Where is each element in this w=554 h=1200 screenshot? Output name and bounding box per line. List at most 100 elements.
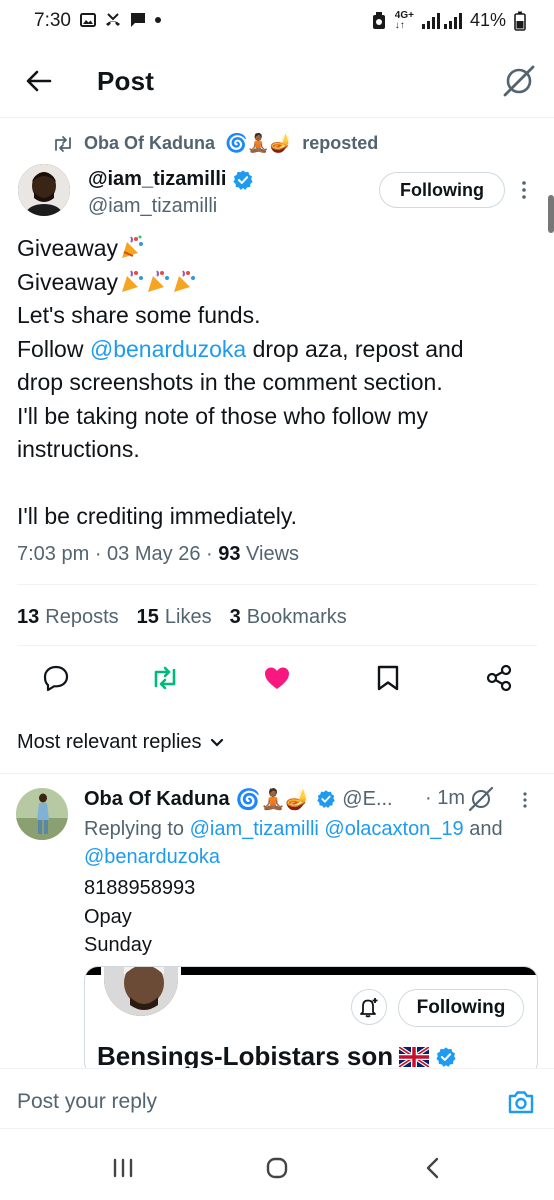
repost-icon: [55, 135, 71, 152]
views-label[interactable]: Views: [246, 543, 299, 566]
reposter-name: Oba Of Kaduna: [84, 133, 216, 153]
share-button[interactable]: [485, 664, 513, 692]
repost-banner[interactable]: Oba Of Kaduna 🌀🧘🏾🪔 reposted: [52, 133, 378, 154]
reply-text-line: Opay: [84, 905, 132, 928]
reply-text-line: 8188958993: [84, 877, 196, 899]
camera-button[interactable]: [507, 1089, 535, 1115]
reposter-emojis: 🌀🧘🏾🪔: [225, 133, 293, 154]
confetti-icon: [121, 269, 143, 292]
bookmark-button[interactable]: [376, 664, 404, 692]
tweet-line-4: Follow @benarduzoka drop aza, repost and: [17, 335, 464, 362]
repost-button[interactable]: [150, 664, 178, 692]
battery-percent: 41%: [469, 10, 506, 30]
following-button[interactable]: Following: [379, 172, 505, 208]
tweet-line-2: Giveaway: [17, 266, 537, 300]
mention-link[interactable]: @benarduzoka: [90, 336, 246, 362]
page-title: Post: [97, 66, 155, 96]
repost-icon: [154, 666, 176, 690]
replying-mentions[interactable]: @iam_tizamilli @olacaxton_19: [190, 818, 464, 840]
reposted-label: reposted: [302, 133, 379, 153]
reply-button[interactable]: [42, 664, 70, 692]
grok-button[interactable]: [502, 64, 536, 98]
notification-icons: [80, 12, 162, 28]
tweet-time: 7:03 pm: [17, 543, 90, 565]
more-options-icon[interactable]: [518, 178, 530, 202]
share-icon: [486, 664, 512, 692]
bookmarks-stat[interactable]: 3 Bookmarks: [230, 606, 347, 629]
reply-text: 8188958993 Opay Sunday: [84, 874, 195, 960]
recent-apps-button[interactable]: [110, 1155, 136, 1181]
tweet-line-3: Let's share some funds.: [17, 302, 261, 328]
author-name[interactable]: @iam_tizamilli: [88, 168, 254, 191]
battery-saver-icon: [372, 11, 385, 29]
tweet-line-1: Giveaway: [17, 232, 537, 266]
grok-icon: [468, 786, 494, 812]
gallery-icon: [80, 13, 96, 27]
divider: [17, 645, 537, 646]
reply-more-icon[interactable]: [520, 790, 530, 810]
divider: [17, 584, 537, 585]
reply-attached-image[interactable]: Following Bensings-Lobistars son: [84, 966, 538, 1076]
status-right: 4G+ ↓↑ 41%: [371, 10, 526, 31]
tweet-line-8: I'll be crediting immediately.: [17, 503, 298, 529]
confetti-icon: [121, 235, 143, 258]
message-icon: [131, 13, 145, 27]
reposts-stat[interactable]: 13 Reposts: [17, 606, 119, 629]
reply-author-name: Oba Of Kaduna: [84, 787, 230, 810]
author-handle: @iam_tizamilli: [88, 195, 218, 217]
reply-input[interactable]: [17, 1090, 417, 1114]
replies-sort-dropdown[interactable]: Most relevant replies: [17, 731, 224, 754]
divider: [0, 1128, 554, 1129]
home-button[interactable]: [264, 1155, 290, 1181]
chevron-down-icon: [210, 738, 223, 747]
uk-flag-icon: [399, 1046, 430, 1067]
replying-to: Replying to @iam_tizamilli @olacaxton_19…: [84, 818, 503, 868]
tweet-line-5: drop screenshots in the comment section.: [17, 369, 443, 395]
reply-grok-button[interactable]: [468, 786, 494, 812]
reply-header[interactable]: Oba Of Kaduna 🌀🧘🏾🪔 @E...: [84, 787, 393, 811]
verified-badge-icon: [436, 1046, 456, 1067]
author-avatar[interactable]: [18, 164, 70, 216]
like-button[interactable]: [263, 664, 291, 692]
dot-icon: [155, 17, 161, 23]
reply-author-handle: @E...: [342, 787, 393, 810]
verified-badge-icon: [233, 169, 254, 190]
reply-time: · 1m: [425, 787, 466, 809]
confetti-icon: [173, 269, 195, 292]
chevron-left-icon: [426, 1157, 439, 1179]
reply-avatar[interactable]: [16, 788, 68, 840]
divider: [0, 773, 554, 774]
status-bar: 7:30 4G+ ↓↑ 41%: [0, 0, 554, 44]
heart-icon: [265, 667, 289, 689]
tweet-line-6: I'll be taking note of those who follow …: [17, 402, 428, 429]
back-nav-button[interactable]: [420, 1155, 446, 1181]
battery-icon: [514, 11, 526, 31]
header-divider: [0, 117, 554, 118]
tweet-text: Giveaway Giveaway Let's share some funds…: [17, 232, 537, 534]
missed-call-icon: [106, 13, 120, 26]
bookmark-icon: [377, 665, 399, 691]
scrollbar[interactable]: [548, 195, 554, 233]
reply-icon: [43, 665, 69, 692]
replying-mention-last[interactable]: @benarduzoka: [84, 846, 220, 868]
back-button[interactable]: [24, 66, 54, 96]
confetti-icon: [147, 269, 169, 292]
likes-stat[interactable]: 15 Likes: [137, 606, 212, 629]
grok-icon: [503, 65, 535, 97]
network-type: 4G+ ↓↑: [394, 9, 414, 31]
tweet-stats: 13 Reposts 15 Likes 3 Bookmarks: [17, 606, 347, 629]
arrow-left-icon: [26, 70, 52, 92]
reply-author-emojis: 🌀🧘🏾🪔: [235, 787, 311, 811]
signal-icon: [421, 12, 462, 29]
bell-plus-icon: [360, 998, 378, 1018]
tweet-line-7: instructions.: [17, 436, 140, 462]
recents-icon: [113, 1158, 133, 1178]
verified-badge-icon: [317, 790, 336, 808]
embed-following-button[interactable]: Following: [398, 989, 524, 1027]
notification-bell-button[interactable]: [351, 989, 387, 1025]
home-icon: [266, 1157, 288, 1179]
reply-text-line: Sunday: [84, 934, 152, 956]
embed-avatar: [101, 967, 181, 1019]
tweet-meta: 7:03 pm · 03 May 26 · 93 Views: [17, 543, 300, 566]
